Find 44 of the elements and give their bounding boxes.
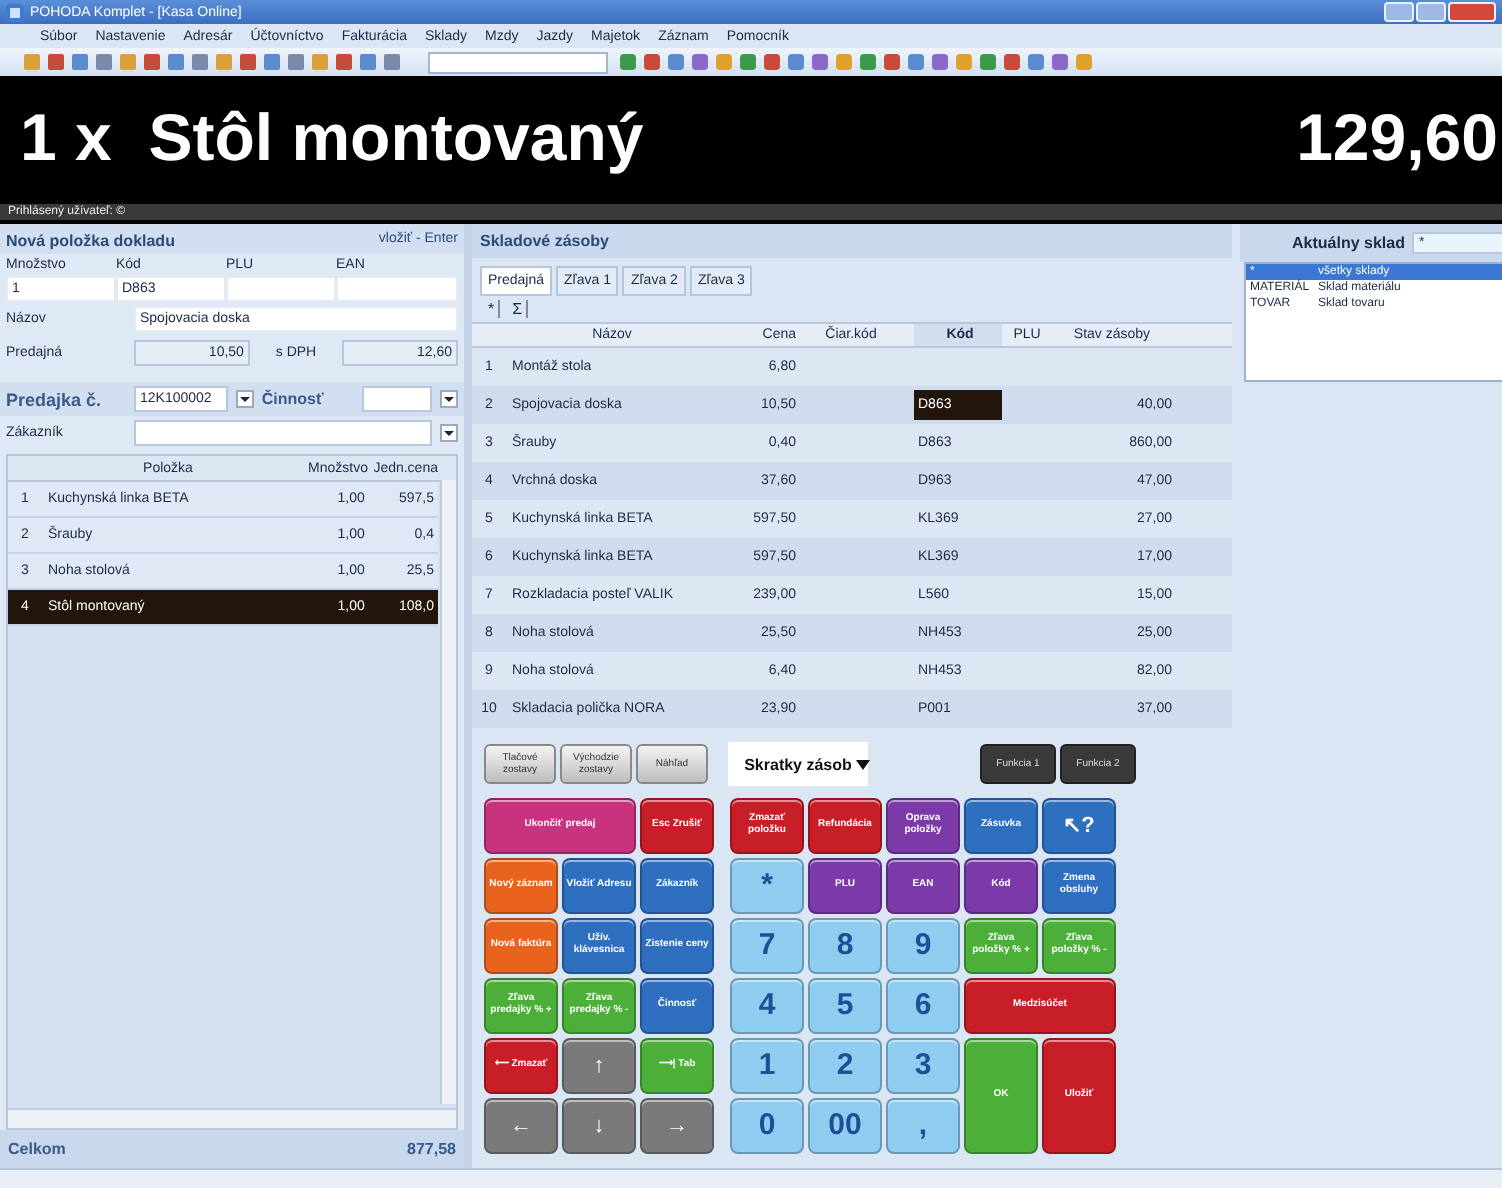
key-button[interactable]: 1: [730, 1038, 804, 1094]
key-button[interactable]: 5: [808, 978, 882, 1034]
toolbar-button[interactable]: *: [484, 300, 501, 318]
key-button[interactable]: →: [640, 1098, 714, 1154]
receipt-label: Predajka č.: [6, 389, 104, 409]
key-button[interactable]: 8: [808, 918, 882, 974]
key-button[interactable]: 3: [886, 1038, 960, 1094]
input-field[interactable]: [336, 276, 458, 302]
key-button[interactable]: 2: [808, 1038, 882, 1094]
key-button[interactable]: 4: [730, 978, 804, 1034]
dropdown-icon[interactable]: [235, 390, 254, 408]
panel-title: Skladové zásoby: [480, 232, 609, 250]
key-button[interactable]: ↑: [562, 1038, 636, 1094]
maximize-button[interactable]: [1416, 2, 1446, 22]
total-value: 877,58: [407, 1140, 456, 1158]
key-button[interactable]: ↓: [562, 1098, 636, 1154]
scrollbar[interactable]: [440, 480, 456, 1104]
activity-label: Činnosť: [261, 390, 326, 408]
key-button[interactable]: ←: [484, 1098, 558, 1154]
key-button[interactable]: 0: [730, 1098, 804, 1154]
close-button[interactable]: [1448, 2, 1496, 22]
total-label: Celkom: [8, 1140, 66, 1158]
key-button[interactable]: ,: [886, 1098, 960, 1154]
key-button[interactable]: 9: [886, 918, 960, 974]
shortcuts-dropdown[interactable]: Skratky zásob: [728, 742, 868, 786]
dropdown-icon[interactable]: [440, 390, 458, 408]
key-button[interactable]: 7: [730, 918, 804, 974]
scrollbar[interactable]: [8, 1108, 456, 1128]
input-field[interactable]: [226, 276, 336, 302]
activity-field[interactable]: [361, 386, 432, 412]
panel-title: Nová položka dokladu: [6, 232, 175, 250]
dropdown-icon[interactable]: [440, 424, 458, 442]
key-button[interactable]: ↖?: [1042, 798, 1116, 854]
customer-field[interactable]: [134, 420, 432, 446]
toolbar-button[interactable]: Σ: [508, 300, 529, 318]
caret-icon[interactable]: [856, 759, 870, 769]
price-display: 129,60: [1296, 100, 1498, 176]
warehouse-label: Aktuálny sklad: [1292, 234, 1405, 252]
item-display: 1 x Stôl montovaný: [20, 100, 644, 176]
minimize-button[interactable]: [1384, 2, 1414, 22]
toolbar-combo-field[interactable]: [428, 51, 608, 73]
key-button[interactable]: *: [730, 858, 804, 914]
key-button[interactable]: 6: [886, 978, 960, 1034]
key-button[interactable]: 00: [808, 1098, 882, 1154]
